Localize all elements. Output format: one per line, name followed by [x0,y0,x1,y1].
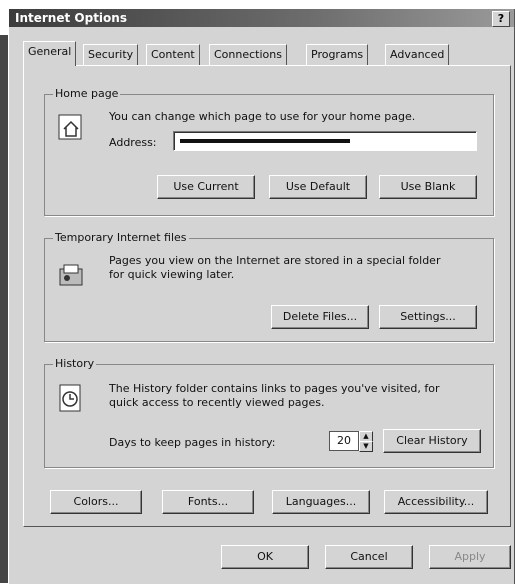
accessibility-button[interactable]: Accessibility... [384,490,488,514]
temp-files-icon [59,264,83,286]
temp-files-description-1: Pages you view on the Internet are store… [109,254,441,267]
days-value[interactable]: 20 [329,431,359,451]
delete-files-button[interactable]: Delete Files... [271,305,369,329]
fonts-button[interactable]: Fonts... [162,490,254,514]
tab-connections[interactable]: Connections [209,44,287,65]
window-title: Internet Options [15,11,127,25]
temp-files-group: Temporary Internet files Pages you view … [44,231,494,342]
temp-files-description-2: for quick viewing later. [109,268,235,281]
settings-button[interactable]: Settings... [379,305,477,329]
days-label: Days to keep pages in history: [109,436,276,449]
use-blank-button[interactable]: Use Blank [379,175,477,199]
apply-button[interactable]: Apply [429,545,511,569]
address-label: Address: [109,136,157,149]
general-tab-panel: Home page You can change which page to u… [23,65,511,527]
home-page-group: Home page You can change which page to u… [44,87,494,216]
history-group: History The History folder contains link… [44,357,494,468]
history-label: History [53,357,97,370]
cancel-button[interactable]: Cancel [325,545,413,569]
home-page-description: You can change which page to use for you… [109,110,416,123]
home-page-icon [58,114,82,140]
temp-files-label: Temporary Internet files [53,231,189,244]
address-input[interactable] [173,131,477,151]
history-description-2: quick access to recently viewed pages. [109,396,325,409]
tab-advanced[interactable]: Advanced [385,44,450,65]
ok-button[interactable]: OK [221,545,309,569]
tab-content[interactable]: Content [146,44,200,65]
home-page-label: Home page [53,87,121,100]
history-icon [59,384,81,412]
tab-general[interactable]: General [23,41,77,66]
history-description-1: The History folder contains links to pag… [109,382,440,395]
tab-security[interactable]: Security [83,44,139,65]
use-default-button[interactable]: Use Default [269,175,367,199]
redacted-address [180,139,350,143]
languages-button[interactable]: Languages... [272,490,370,514]
spin-down-icon[interactable]: ▼ [359,441,373,452]
colors-button[interactable]: Colors... [50,490,142,514]
clear-history-button[interactable]: Clear History [383,429,481,453]
help-button[interactable]: ? [492,11,510,27]
internet-options-dialog: Internet Options ? General Security Cont… [8,8,514,584]
days-spinner[interactable]: 20 ▲ ▼ [329,431,373,452]
use-current-button[interactable]: Use Current [157,175,255,199]
tab-programs[interactable]: Programs [306,44,369,65]
title-bar: Internet Options ? [9,9,514,27]
